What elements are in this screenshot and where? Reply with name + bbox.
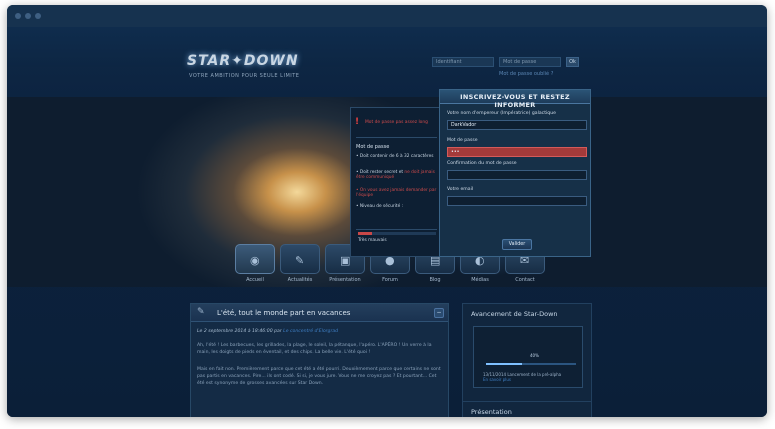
milestone-note: 13/11/2014 Lancement de la pré-alpha En …	[483, 372, 573, 382]
password-label: Mot de passe	[447, 138, 478, 143]
window-minimize-dot[interactable]	[25, 13, 31, 19]
emperor-name-input[interactable]: DarkVador	[447, 120, 587, 130]
progress-fill	[486, 363, 522, 365]
signup-password-input[interactable]: •••	[447, 147, 587, 157]
presentation-icon: ▣	[340, 254, 351, 267]
password-rule: • Doit contenir de 6 à 32 caractères	[356, 154, 434, 159]
article-quill-icon: ✎	[197, 307, 205, 317]
collapse-button[interactable]: −	[434, 308, 444, 318]
nav-label: Actualités	[287, 277, 313, 283]
password-rule: • Niveau de sécurité :	[356, 204, 404, 209]
alert-icon: !	[355, 117, 360, 127]
article-meta: Le 2 septembre 2014 à 18:46:00 par Le co…	[197, 328, 442, 335]
top-bar	[7, 27, 767, 67]
site-tagline: VOTRE AMBITION POUR SEULE LIMITE	[189, 73, 300, 79]
password-rule: • Doit rester secret et ne doit jamais ê…	[356, 170, 440, 180]
tooltip-heading: Mot de passe	[356, 144, 390, 150]
nav-label: Présentation	[329, 277, 361, 283]
window-maximize-dot[interactable]	[35, 13, 41, 19]
password-rule: • On vous avez jamais demander par l'équ…	[356, 188, 437, 199]
nav-label: Forum	[382, 277, 398, 283]
signup-header: INSCRIVEZ-VOUS ET RESTEZ INFORMER	[440, 90, 590, 109]
tooltip-divider	[356, 137, 437, 138]
nav-label: Médias	[471, 277, 489, 283]
signup-form: INSCRIVEZ-VOUS ET RESTEZ INFORMER Votre …	[439, 89, 591, 257]
sidebar-title: Avancement de Star-Down	[471, 310, 558, 318]
article-paragraph: Mais en fait non. Premièrement parce que…	[197, 367, 441, 386]
password-strength-bar	[358, 232, 436, 235]
password-hint-tooltip: ! Mot de passe pas assez long Mot de pas…	[350, 107, 441, 257]
article-title[interactable]: L'été, tout le monde part en vacances	[217, 309, 350, 317]
news-icon: ✎	[295, 254, 305, 267]
progress-percent: 40%	[530, 353, 539, 358]
website: STAR✦DOWN VOTRE AMBITION POUR SEULE LIMI…	[7, 27, 767, 417]
nav-label: Blog	[429, 277, 441, 283]
article-header: ✎ L'été, tout le monde part en vacances …	[191, 304, 448, 322]
sidebar-title-presentation: Présentation	[471, 408, 512, 416]
progress-sidebar: Avancement de Star-Down 40% 13/11/2014 L…	[462, 303, 592, 417]
window-close-dot[interactable]	[15, 13, 21, 19]
signup-title: INSCRIVEZ-VOUS ET RESTEZ INFORMER	[460, 93, 570, 109]
password-strength-label: Très mauvais	[358, 238, 387, 243]
nav-label: Contact	[515, 277, 535, 283]
window-titlebar	[7, 5, 767, 27]
logo-text: STAR✦DOWN	[187, 53, 299, 69]
forgot-password-link[interactable]: Mot de passe oublié ?	[499, 71, 553, 77]
confirm-password-label: Confirmation du mot de passe	[447, 161, 517, 166]
password-strength-fill	[358, 232, 373, 235]
confirm-password-input[interactable]	[447, 170, 587, 180]
milestone-link[interactable]: En savoir plus	[483, 377, 511, 382]
login-ok-button[interactable]: Ok	[566, 57, 579, 67]
email-input[interactable]	[447, 196, 587, 206]
tooltip-divider	[356, 229, 437, 230]
browser-window: STAR✦DOWN VOTRE AMBITION POUR SEULE LIMI…	[7, 5, 767, 417]
submit-button[interactable]: Valider	[502, 239, 532, 250]
news-article-panel: ✎ L'été, tout le monde part en vacances …	[190, 303, 449, 417]
article-date: Le 2 septembre 2014 à 18:46:00 par	[197, 329, 282, 334]
progress-track	[486, 363, 576, 365]
name-label: Votre nom d'empereur (Impératrice) galac…	[447, 111, 556, 116]
article-author-link[interactable]: Le concentré d'Elorgrad	[283, 329, 338, 334]
home-icon: ◉	[250, 254, 260, 267]
username-input[interactable]: Identifiant	[432, 57, 494, 67]
nav-item-accueil[interactable]: ◉ Accueil	[235, 244, 275, 284]
password-error-text: Mot de passe pas assez long	[365, 120, 428, 125]
email-label: Votre email	[447, 187, 474, 192]
nav-label: Accueil	[246, 277, 264, 283]
sidebar-divider	[463, 401, 591, 402]
password-input[interactable]: Mot de passe	[499, 57, 561, 67]
nav-item-actualites[interactable]: ✎ Actualités	[280, 244, 320, 284]
article-paragraph: Ah, l'été ! Les barbecues, les grillades…	[197, 343, 432, 355]
